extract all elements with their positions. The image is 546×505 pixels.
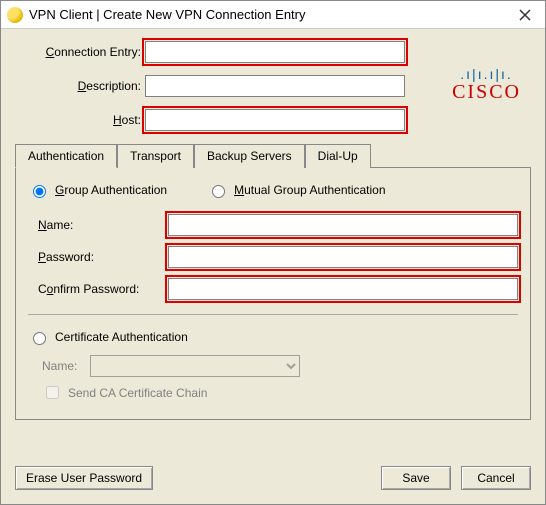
divider [28, 314, 518, 315]
tab-transport[interactable]: Transport [117, 144, 194, 168]
description-label: Description: [15, 79, 145, 93]
cert-auth-section: Certificate Authentication Name: Send CA… [28, 329, 518, 402]
name-row: Name: [28, 214, 518, 236]
host-row: Host: [15, 109, 531, 131]
host-input[interactable] [145, 109, 405, 131]
tabstrip: Authentication Transport Backup Servers … [15, 143, 531, 168]
auth-mode-row: Group Authentication Mutual Group Authen… [28, 182, 518, 198]
tab-backup-servers[interactable]: Backup Servers [194, 144, 305, 168]
cert-name-select [90, 355, 300, 377]
cert-name-row: Name: [42, 355, 518, 377]
close-icon [519, 9, 531, 21]
save-button[interactable]: Save [381, 466, 451, 490]
cisco-logo: .ı|ı.ı|ı. CISCO [452, 67, 521, 104]
cert-auth-radio[interactable] [33, 332, 46, 345]
cert-name-label: Name: [42, 359, 90, 373]
description-input[interactable] [145, 75, 405, 97]
cancel-button[interactable]: Cancel [461, 466, 531, 490]
mutual-group-auth-radio-label[interactable]: Mutual Group Authentication [207, 182, 385, 198]
vpn-dialog: VPN Client | Create New VPN Connection E… [0, 0, 546, 505]
cisco-bars-icon: .ı|ı.ı|ı. [452, 67, 521, 81]
name-input[interactable] [168, 214, 518, 236]
send-ca-chain-label: Send CA Certificate Chain [42, 383, 518, 402]
cert-auth-radio-label[interactable]: Certificate Authentication [28, 329, 518, 345]
confirm-password-row: Confirm Password: [28, 278, 518, 300]
titlebar: VPN Client | Create New VPN Connection E… [1, 1, 545, 29]
tab-authentication[interactable]: Authentication [15, 144, 117, 168]
confirm-password-input[interactable] [168, 278, 518, 300]
password-input[interactable] [168, 246, 518, 268]
password-row: Password: [28, 246, 518, 268]
host-label: Host: [15, 113, 145, 127]
close-button[interactable] [511, 5, 539, 25]
window-title: VPN Client | Create New VPN Connection E… [29, 7, 505, 22]
erase-user-password-button[interactable]: Erase User Password [15, 466, 153, 490]
send-ca-chain-checkbox [46, 386, 59, 399]
connection-entry-input[interactable] [145, 41, 405, 63]
dialog-body: .ı|ı.ı|ı. CISCO Connection Entry: Descri… [1, 29, 545, 456]
mutual-group-auth-radio[interactable] [212, 185, 225, 198]
group-auth-radio-label[interactable]: Group Authentication [28, 182, 167, 198]
group-auth-radio[interactable] [33, 185, 46, 198]
connection-entry-label: Connection Entry: [15, 45, 145, 59]
app-icon [7, 7, 23, 23]
name-label: Name: [28, 218, 168, 232]
footer: Erase User Password Save Cancel [1, 456, 545, 504]
connection-entry-row: Connection Entry: [15, 41, 531, 63]
password-label: Password: [28, 250, 168, 264]
cisco-text: CISCO [452, 81, 521, 104]
tab-dial-up[interactable]: Dial-Up [305, 144, 371, 168]
confirm-password-label: Confirm Password: [28, 282, 168, 296]
auth-panel: Group Authentication Mutual Group Authen… [15, 168, 531, 420]
